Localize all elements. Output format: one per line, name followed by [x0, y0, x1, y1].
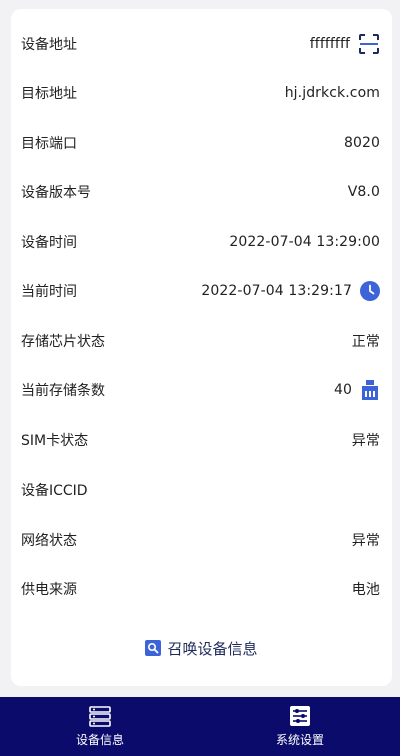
tab-label: 设备信息	[75, 733, 124, 747]
row-device-address: 设备地址 ffffffff	[21, 29, 380, 59]
row-label: 存储芯片状态	[21, 334, 105, 350]
tab-label: 系统设置	[275, 733, 324, 747]
row-value: 8020	[343, 135, 380, 151]
row-label: SIM卡状态	[21, 433, 89, 449]
device-info-card: 设备地址 ffffffff 目标地址 hj.jdrkck.com 目标端口 80…	[11, 9, 392, 686]
storage-chip-icon[interactable]	[360, 380, 380, 400]
tab-device-info[interactable]: 设备信息	[0, 697, 200, 756]
row-value: V8.0	[347, 184, 380, 200]
row-label: 设备版本号	[21, 185, 91, 201]
row-value: 正常	[351, 334, 380, 350]
row-label: 当前时间	[21, 284, 77, 300]
server-icon	[89, 705, 111, 727]
row-device-time: 设备时间 2022-07-04 13:29:00	[21, 227, 380, 257]
row-label: 供电来源	[21, 582, 77, 598]
row-value: 电池	[351, 582, 380, 598]
row-storage-chip-status: 存储芯片状态 正常	[21, 326, 380, 356]
row-sim-status: SIM卡状态 异常	[21, 425, 380, 455]
row-current-storage-count: 当前存储条数 40	[21, 375, 380, 405]
row-network-status: 网络状态 异常	[21, 525, 380, 555]
row-label: 设备地址	[21, 37, 77, 53]
bottom-tab-bar: 设备信息 系统设置	[0, 697, 400, 756]
summon-device-info-button[interactable]: 召唤设备信息	[11, 633, 392, 663]
search-icon	[145, 640, 162, 656]
row-label: 设备时间	[21, 235, 77, 251]
row-power-source: 供电来源 电池	[21, 574, 380, 604]
summon-button-label: 召唤设备信息	[167, 639, 258, 658]
row-value: 40	[333, 382, 352, 398]
row-label: 目标地址	[21, 86, 77, 102]
clock-icon[interactable]	[360, 281, 380, 301]
row-value: 异常	[351, 433, 380, 449]
row-current-time: 当前时间 2022-07-04 13:29:17	[21, 276, 380, 306]
row-value: 异常	[351, 533, 380, 549]
row-value: ffffffff	[309, 36, 350, 52]
row-target-port: 目标端口 8020	[21, 128, 380, 158]
scan-icon[interactable]	[358, 33, 380, 55]
row-value: hj.jdrkck.com	[284, 85, 380, 101]
row-target-address: 目标地址 hj.jdrkck.com	[21, 78, 380, 108]
row-value: 2022-07-04 13:29:00	[229, 234, 380, 250]
row-label: 网络状态	[21, 533, 77, 549]
row-device-iccid: 设备ICCID	[21, 475, 380, 505]
row-value: 2022-07-04 13:29:17	[201, 283, 352, 299]
sliders-icon	[289, 705, 311, 727]
row-device-version: 设备版本号 V8.0	[21, 177, 380, 207]
tab-system-settings[interactable]: 系统设置	[200, 697, 400, 756]
row-label: 设备ICCID	[21, 483, 88, 499]
row-label: 当前存储条数	[21, 383, 105, 399]
row-label: 目标端口	[21, 136, 77, 152]
